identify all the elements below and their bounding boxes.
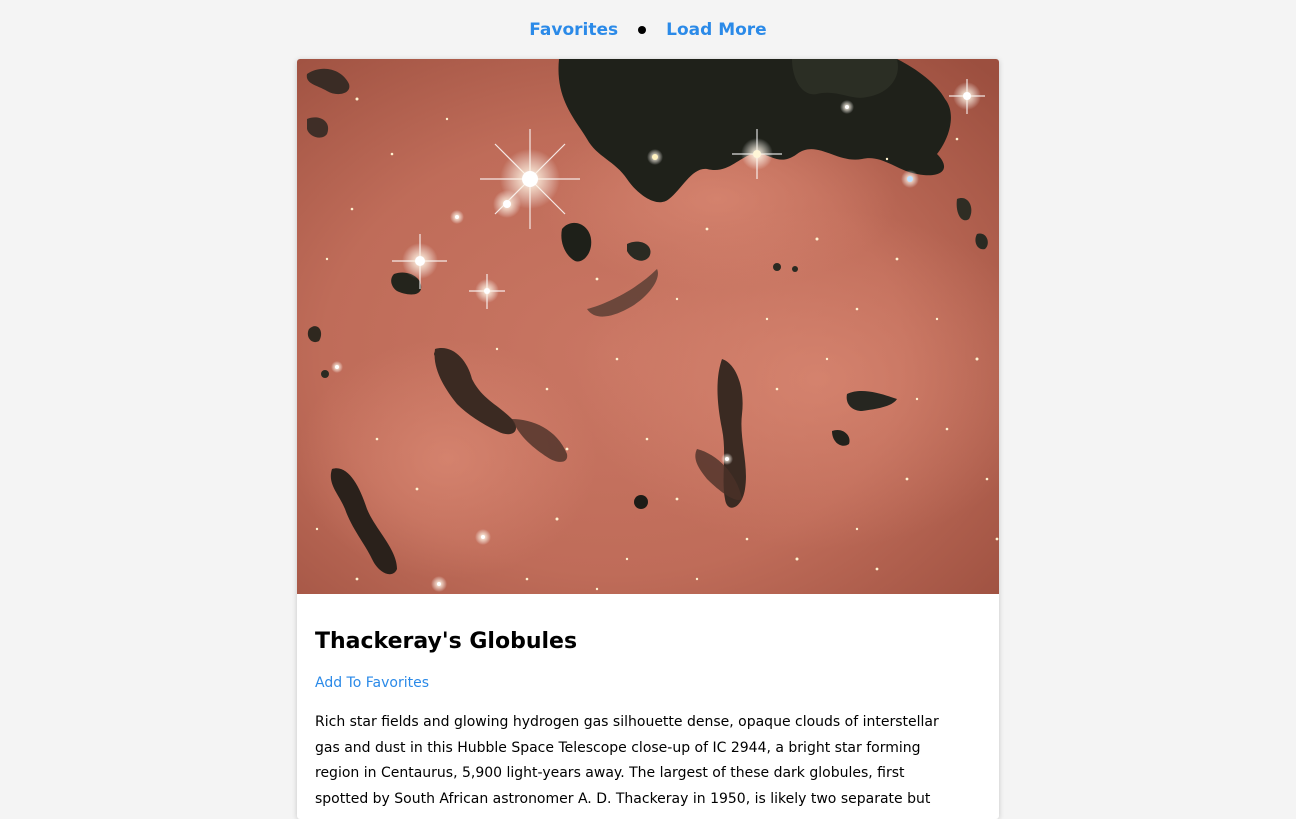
card-explanation: Rich star fields and glowing hydrogen ga… <box>315 714 939 808</box>
separator-dot <box>638 26 647 34</box>
load-more-link[interactable]: Load More <box>666 20 767 40</box>
add-to-favorites-link[interactable]: Add To Favorites <box>315 674 429 692</box>
card-title: Thackeray's Globules <box>315 629 578 654</box>
top-navigation: Favorites Load More <box>0 18 1296 42</box>
apod-image[interactable] <box>297 59 999 594</box>
card-body: Thackeray's Globules Add To Favorites Ri… <box>315 594 981 813</box>
apod-card: Thackeray's Globules Add To Favorites Ri… <box>297 59 999 819</box>
favorites-link[interactable]: Favorites <box>529 20 618 40</box>
